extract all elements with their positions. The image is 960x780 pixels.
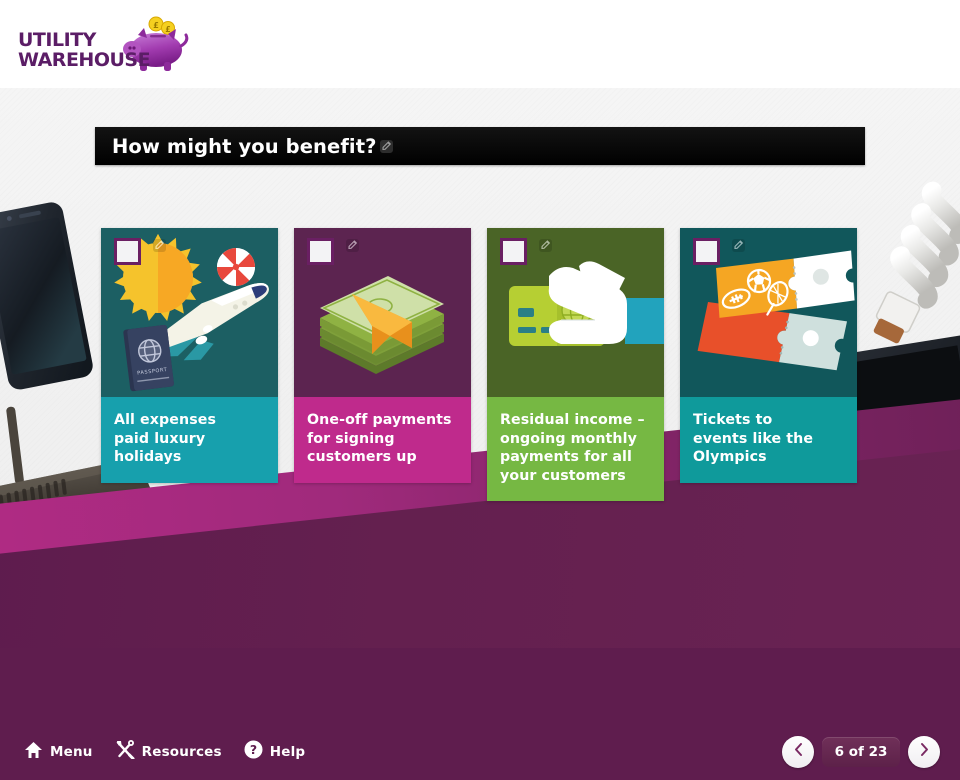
- benefit-card-tickets[interactable]: Tickets to events like the Olympics: [680, 228, 857, 483]
- card-body-residual-income: Residual income – ongoing monthly paymen…: [487, 397, 664, 501]
- logo-wordmark: UTILITY WAREHOUSE: [18, 29, 151, 71]
- edit-icon[interactable]: [538, 238, 553, 253]
- footer-navigation: Menu Resources ? Help 6 of 23: [0, 724, 960, 780]
- card-body-one-off-payments: One-off payments for signing customers u…: [294, 397, 471, 483]
- page-header: £ £ UTILITY WAREHOUSE: [0, 0, 960, 88]
- edit-icon[interactable]: [379, 139, 394, 154]
- next-page-button[interactable]: [908, 736, 940, 768]
- slide-stage: £ £ UTILITY WAREHOUSE How might you bene…: [0, 0, 960, 780]
- card-label: Tickets to events like the Olympics: [693, 412, 814, 465]
- nav-item-menu[interactable]: Menu: [24, 741, 93, 764]
- card-checkbox[interactable]: [500, 238, 527, 265]
- nav-label-resources: Resources: [141, 744, 222, 760]
- nav-item-resources[interactable]: Resources: [115, 740, 222, 764]
- edit-icon[interactable]: [152, 238, 167, 253]
- question-circle-icon: ?: [244, 740, 263, 764]
- smartphone-prop: [0, 202, 93, 390]
- home-icon: [24, 741, 43, 764]
- card-art-one-off-payments: [294, 228, 471, 397]
- svg-text:£: £: [153, 21, 159, 30]
- edit-icon[interactable]: [345, 238, 360, 253]
- card-label: All expenses paid luxury holidays: [114, 412, 217, 465]
- card-art-tickets: [680, 228, 857, 397]
- slide-title-bar: How might you benefit?: [95, 127, 865, 165]
- card-checkbox[interactable]: [114, 238, 141, 265]
- nav-item-help[interactable]: ? Help: [244, 740, 306, 764]
- card-body-holidays: All expenses paid luxury holidays: [101, 397, 278, 483]
- chevron-right-icon: [918, 742, 931, 762]
- svg-text:£: £: [165, 25, 170, 34]
- card-art-holidays: PASSPORT: [101, 228, 278, 397]
- nav-label-menu: Menu: [50, 744, 93, 760]
- page-title: How might you benefit?: [112, 134, 377, 158]
- svg-text:?: ?: [250, 742, 257, 757]
- footer-nav-items: Menu Resources ? Help: [24, 740, 305, 764]
- card-label: One-off payments for signing customers u…: [307, 412, 452, 465]
- edit-icon[interactable]: [731, 238, 746, 253]
- tools-icon: [115, 740, 135, 764]
- card-checkbox[interactable]: [693, 238, 720, 265]
- benefit-card-holidays[interactable]: PASSPORT All expenses paid luxury holida…: [101, 228, 278, 483]
- pagination-control: 6 of 23: [782, 736, 940, 768]
- utility-warehouse-logo[interactable]: £ £ UTILITY WAREHOUSE: [18, 14, 189, 76]
- nav-label-help: Help: [269, 744, 306, 760]
- page-counter: 6 of 23: [822, 737, 900, 767]
- card-label: Residual income – ongoing monthly paymen…: [500, 412, 645, 484]
- benefit-card-residual-income[interactable]: Residual income – ongoing monthly paymen…: [487, 228, 664, 501]
- chevron-left-icon: [792, 742, 805, 762]
- benefit-card-one-off-payments[interactable]: One-off payments for signing customers u…: [294, 228, 471, 483]
- card-checkbox[interactable]: [307, 238, 334, 265]
- previous-page-button[interactable]: [782, 736, 814, 768]
- card-body-tickets: Tickets to events like the Olympics: [680, 397, 857, 483]
- card-art-residual-income: [487, 228, 664, 397]
